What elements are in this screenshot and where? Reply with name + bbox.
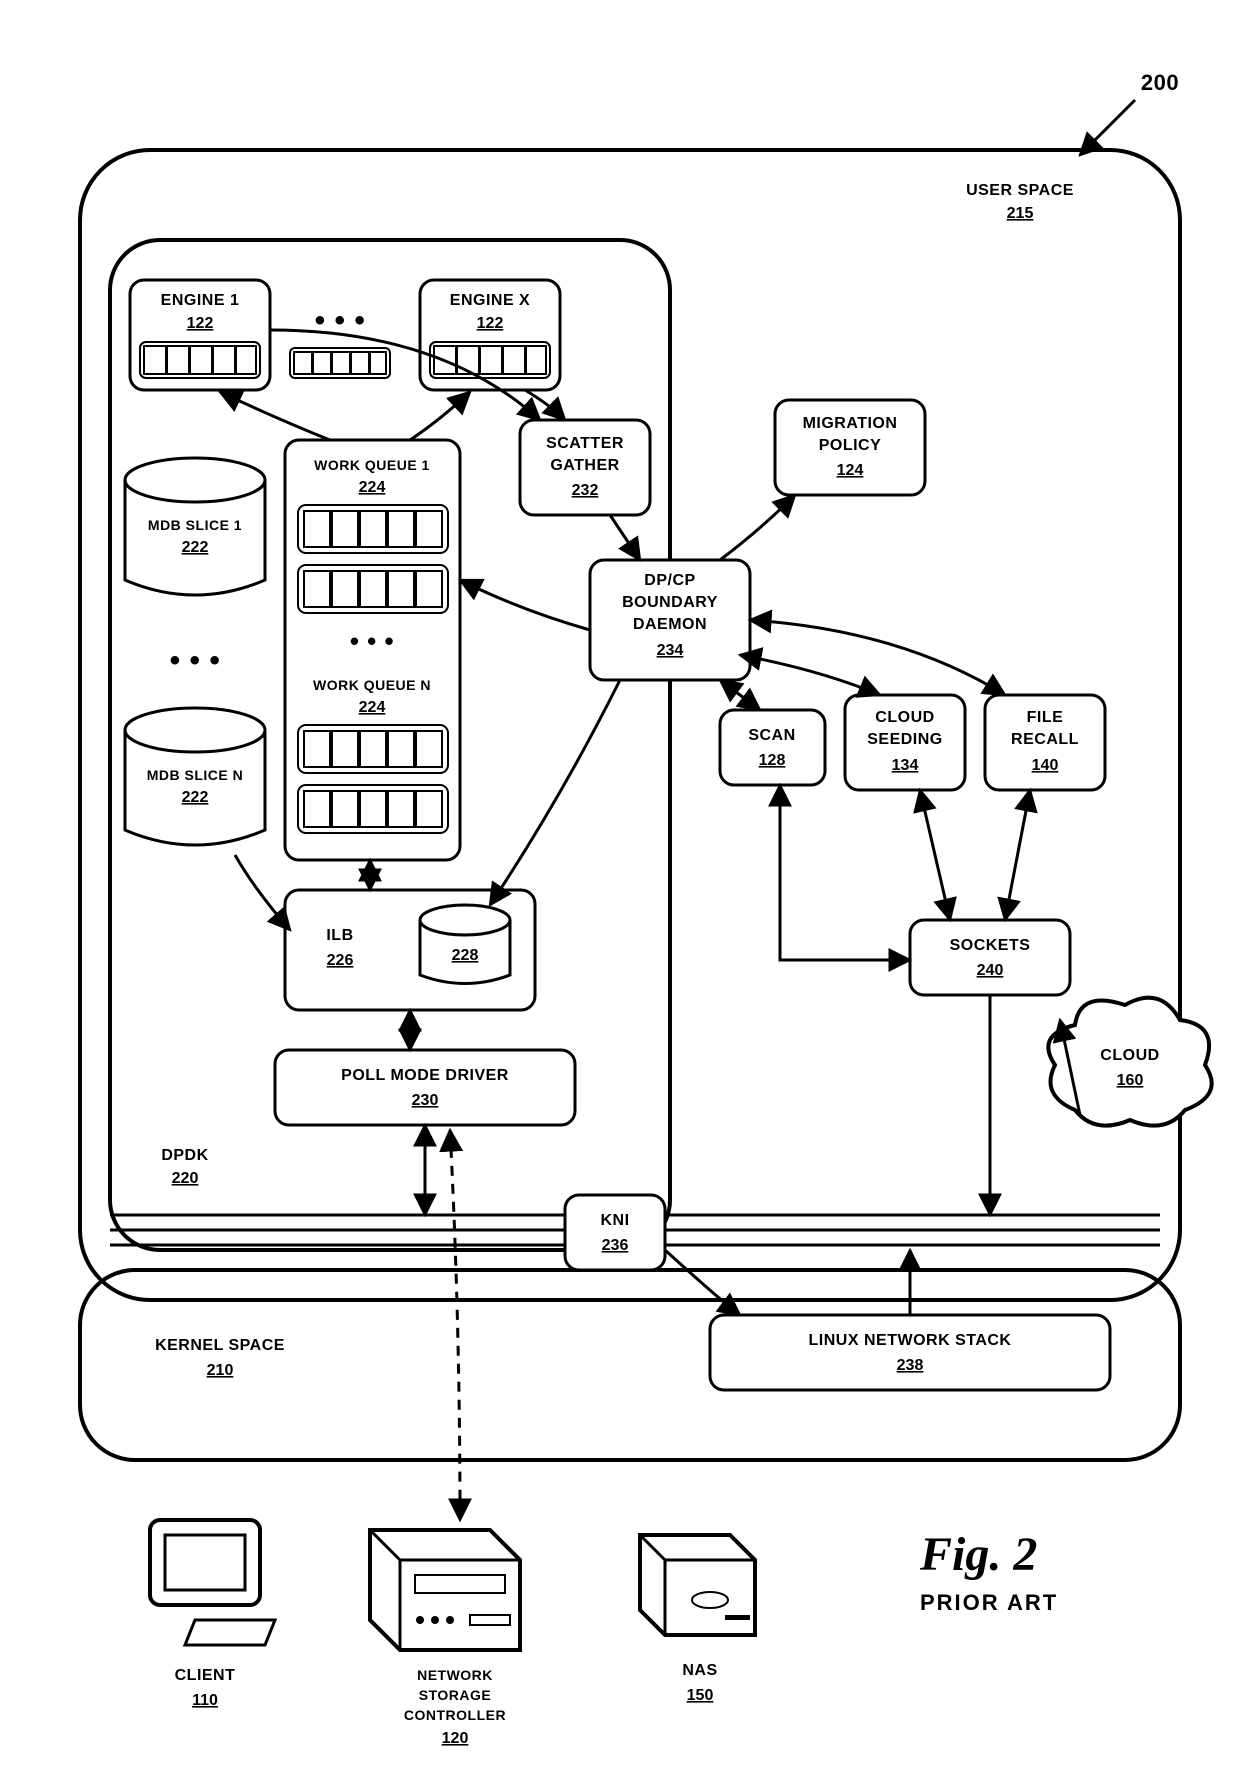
svg-text:236: 236 (602, 1237, 629, 1254)
svg-text:CONTROLLER: CONTROLLER (404, 1707, 506, 1723)
ilb: ILB 226 228 (285, 890, 535, 1010)
svg-text:NAS: NAS (682, 1662, 717, 1679)
svg-text:POLL MODE DRIVER: POLL MODE DRIVER (341, 1067, 509, 1084)
svg-text:LINUX NETWORK STACK: LINUX NETWORK STACK (809, 1332, 1012, 1349)
svg-text:ILB: ILB (326, 927, 353, 944)
svg-text:124: 124 (837, 462, 864, 479)
kernel-space-label: KERNEL SPACE (155, 1337, 285, 1354)
svg-text:KNI: KNI (600, 1212, 629, 1229)
svg-text:228: 228 (452, 947, 479, 964)
svg-text:122: 122 (187, 315, 214, 332)
dpcp-daemon: DP/CP BOUNDARY DAEMON 234 (590, 560, 750, 680)
svg-text:SCATTER: SCATTER (546, 435, 624, 452)
svg-text:222: 222 (182, 539, 209, 556)
svg-text:234: 234 (657, 642, 684, 659)
sockets: SOCKETS 240 (910, 920, 1070, 995)
svg-text:110: 110 (192, 1692, 218, 1709)
user-space-label: USER SPACE (966, 182, 1074, 199)
svg-text:224: 224 (359, 699, 386, 716)
svg-text:122: 122 (477, 315, 504, 332)
svg-text:POLICY: POLICY (819, 437, 882, 454)
svg-text:MIGRATION: MIGRATION (803, 415, 898, 432)
svg-text:224: 224 (359, 479, 386, 496)
svg-text:SCAN: SCAN (748, 727, 795, 744)
svg-text:200: 200 (1141, 70, 1179, 95)
svg-text:120: 120 (442, 1730, 469, 1747)
svg-text:• • •: • • • (350, 626, 394, 656)
svg-text:150: 150 (687, 1687, 714, 1704)
mid-cells (290, 348, 390, 378)
user-space-ref: 215 (1007, 205, 1034, 222)
linux-network-stack: LINUX NETWORK STACK 238 (710, 1315, 1110, 1390)
svg-text:CLOUD: CLOUD (875, 709, 934, 726)
mdb-slice-1: MDB SLICE 1 222 (125, 458, 265, 595)
figure-ref: 200 (1080, 70, 1179, 155)
svg-text:230: 230 (412, 1092, 439, 1109)
svg-text:CLIENT: CLIENT (175, 1667, 236, 1684)
scatter-gather: SCATTER GATHER 232 (520, 420, 650, 515)
client-icon: CLIENT 110 (150, 1520, 275, 1709)
svg-text:128: 128 (759, 752, 786, 769)
mdb-slice-n: MDB SLICE N 222 (125, 708, 265, 845)
svg-text:MDB SLICE N: MDB SLICE N (147, 767, 244, 783)
figure-label: Fig. 2 (919, 1528, 1037, 1581)
svg-text:STORAGE: STORAGE (419, 1687, 491, 1703)
svg-text:238: 238 (897, 1357, 924, 1374)
dpdk-ref: 220 (172, 1170, 199, 1187)
engine-1: ENGINE 1 122 (130, 280, 270, 390)
svg-text:160: 160 (1117, 1072, 1144, 1089)
svg-text:140: 140 (1032, 757, 1059, 774)
svg-text:134: 134 (892, 757, 919, 774)
svg-text:WORK QUEUE N: WORK QUEUE N (313, 677, 431, 693)
kni: KNI 236 (565, 1195, 665, 1270)
diagram: 200 USER SPACE 215 DPDK 220 ENGINE 1 122… (20, 20, 1240, 1767)
svg-text:FILE: FILE (1027, 709, 1064, 726)
svg-text:240: 240 (977, 962, 1004, 979)
cloud-seeding: CLOUD SEEDING 134 (845, 695, 965, 790)
engine-x: ENGINE X 122 (420, 280, 560, 390)
svg-text:WORK QUEUE 1: WORK QUEUE 1 (314, 457, 430, 473)
network-storage-controller-icon: NETWORK STORAGE CONTROLLER 120 (370, 1530, 520, 1747)
svg-text:BOUNDARY: BOUNDARY (622, 594, 718, 611)
svg-text:NETWORK: NETWORK (417, 1667, 493, 1683)
svg-text:ENGINE X: ENGINE X (450, 292, 530, 309)
svg-text:232: 232 (572, 482, 599, 499)
svg-text:• • •: • • • (170, 644, 221, 677)
cloud-icon: CLOUD 160 (1048, 998, 1211, 1126)
svg-text:DAEMON: DAEMON (633, 616, 707, 633)
svg-text:222: 222 (182, 789, 209, 806)
svg-text:226: 226 (327, 952, 354, 969)
svg-text:ENGINE 1: ENGINE 1 (161, 292, 240, 309)
migration-policy: MIGRATION POLICY 124 (775, 400, 925, 495)
figure-subtitle: PRIOR ART (920, 1590, 1058, 1615)
nas-icon: NAS 150 (640, 1535, 755, 1704)
svg-text:DP/CP: DP/CP (644, 572, 695, 589)
svg-text:SEEDING: SEEDING (867, 731, 943, 748)
dpdk-label: DPDK (161, 1147, 208, 1164)
svg-text:MDB SLICE 1: MDB SLICE 1 (148, 517, 242, 533)
file-recall: FILE RECALL 140 (985, 695, 1105, 790)
svg-text:RECALL: RECALL (1011, 731, 1079, 748)
scan: SCAN 128 (720, 710, 825, 785)
svg-text:CLOUD: CLOUD (1100, 1047, 1159, 1064)
svg-text:SOCKETS: SOCKETS (950, 937, 1031, 954)
svg-text:GATHER: GATHER (550, 457, 619, 474)
poll-mode-driver: POLL MODE DRIVER 230 (275, 1050, 575, 1125)
kernel-space-ref: 210 (207, 1362, 234, 1379)
